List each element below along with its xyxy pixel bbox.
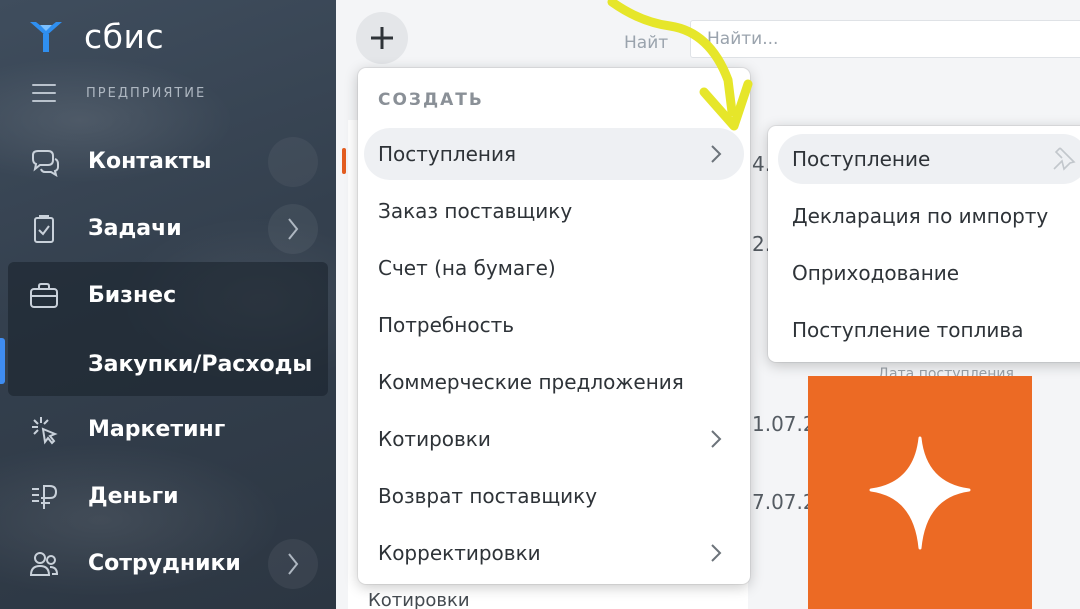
menu-item-adjustments[interactable]: Корректировки [364,527,744,579]
pin-icon[interactable] [1050,144,1078,172]
menu-item-label: Потребность [378,313,515,337]
create-menu: СОЗДАТЬ Поступления Заказ поставщику Сче… [358,68,750,584]
menu-item-need[interactable]: Потребность [364,299,744,351]
chevron-right-icon [711,430,722,448]
chevron-right-icon[interactable] [268,538,318,589]
chevron-right-icon [711,544,722,562]
ruble-icon [26,479,62,515]
menu-item-label: Возврат поставщику [378,484,598,508]
briefcase-icon [26,278,62,314]
submenu-item-label: Поступление [792,147,931,171]
logo[interactable]: сбис [26,16,164,56]
sidebar-item-tasks[interactable]: Задачи [0,195,336,262]
people-icon [26,546,62,582]
search-ghost-text: Найт [624,33,669,53]
watermark-sticker [808,376,1032,609]
menu-item-receipts[interactable]: Поступления [364,128,744,180]
sbis-logo-icon [30,22,62,52]
sidebar-item-label: Сотрудники [88,551,241,576]
add-button[interactable] [356,12,408,64]
submenu-item-import-declaration[interactable]: Декларация по импорту [778,191,1080,241]
submenu-item-posting[interactable]: Оприходование [778,248,1080,298]
chat-bubbles-icon [26,144,62,180]
menu-item-label: Котировки [378,427,491,451]
company-label: ПРЕДПРИЯТИЕ [86,85,207,101]
sidebar-item-label: Маркетинг [88,417,226,442]
row-date: 1.07.2 [752,412,816,436]
menu-item-paper-invoice[interactable]: Счет (на бумаге) [364,242,744,294]
submenu-item-receipt[interactable]: Поступление [778,134,1080,184]
sidebar-item-marketing[interactable]: Маркетинг [0,396,336,463]
clipboard-check-icon [26,211,62,247]
row-accent-marker [342,148,346,174]
sidebar-item-contacts[interactable]: Контакты [0,128,336,195]
menu-item-label: Поступления [378,142,517,166]
sidebar-item-label: Деньги [88,484,179,509]
sidebar: сбис ПРЕДПРИЯТИЕ Контакты Задачи Бизнес … [0,0,336,609]
submenu-item-label: Оприходование [792,261,960,285]
company-row: ПРЕДПРИЯТИЕ [32,84,206,102]
menu-item-label: Коммерческие предложения [378,370,684,394]
submenu-item-fuel-receipt[interactable]: Поступление топлива [778,305,1080,355]
submenu-item-label: Декларация по импорту [792,204,1049,228]
menu-item-quotations[interactable]: Котировки [364,413,744,465]
chevron-right-icon [711,145,722,163]
row-date: 7.07.2 [752,490,816,514]
list-item-label: Котировки [368,590,470,609]
contacts-bubble [268,136,318,187]
chevron-right-icon[interactable] [268,203,318,254]
sidebar-item-label: Бизнес [88,283,177,308]
sidebar-subitem-purchases[interactable]: Закупки/Расходы [88,344,312,384]
create-menu-header: СОЗДАТЬ [378,90,484,110]
menu-item-supplier-return[interactable]: Возврат поставщику [364,470,744,522]
sidebar-item-label: Контакты [88,149,212,174]
logo-text: сбис [84,16,165,56]
search-input[interactable]: Найти... [690,20,1080,58]
sparkle-star-icon [869,436,971,549]
menu-item-label: Счет (на бумаге) [378,256,556,280]
menu-item-label: Корректировки [378,541,541,565]
menu-item-commercial-offers[interactable]: Коммерческие предложения [364,356,744,408]
receipts-submenu: Поступление Декларация по импорту Оприхо… [768,126,1080,362]
menu-item-label: Заказ поставщику [378,199,573,223]
menu-burger-icon[interactable] [32,84,56,102]
menu-item-supplier-order[interactable]: Заказ поставщику [364,185,744,237]
submenu-item-label: Поступление топлива [792,318,1024,342]
sidebar-item-label: Задачи [88,216,182,241]
sidebar-item-money[interactable]: Деньги [0,463,336,530]
sidebar-item-employees[interactable]: Сотрудники [0,530,336,597]
sparkle-cursor-icon [26,412,62,448]
plus-icon [371,27,393,49]
sidebar-item-business[interactable]: Бизнес [0,262,336,329]
